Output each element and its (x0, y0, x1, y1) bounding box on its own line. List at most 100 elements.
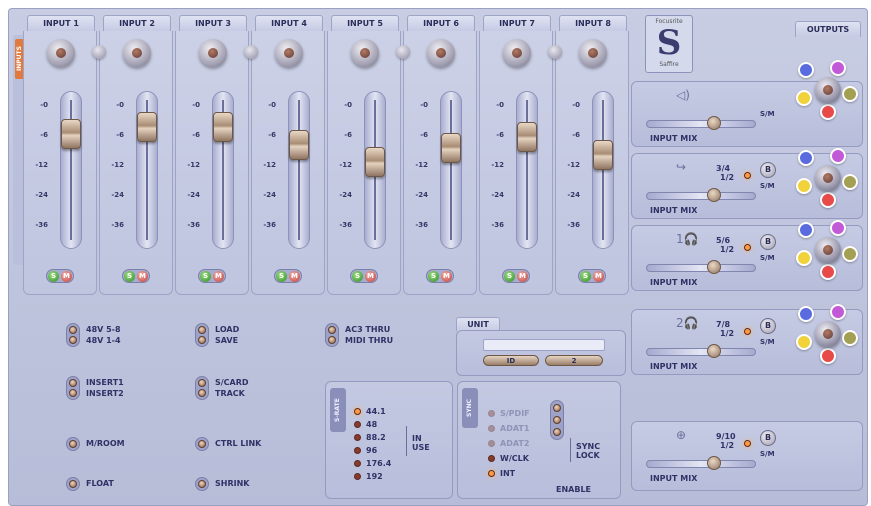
input-tab-3[interactable]: INPUT 3 (179, 15, 247, 31)
output-level-knob[interactable] (815, 77, 841, 103)
solo-button[interactable]: S (276, 271, 287, 282)
pan-knob[interactable] (123, 39, 151, 67)
blue-petal-button[interactable] (798, 306, 814, 322)
mute-button[interactable]: M (137, 271, 148, 282)
olive-petal-button[interactable] (842, 330, 858, 346)
mute-button[interactable]: M (213, 271, 224, 282)
fader-handle[interactable] (137, 112, 157, 142)
output-led[interactable] (744, 244, 751, 251)
sync-led[interactable] (488, 410, 495, 417)
fader-handle[interactable] (213, 112, 233, 142)
olive-petal-button[interactable] (842, 174, 858, 190)
fader-handle[interactable] (593, 140, 613, 170)
mute-button[interactable]: M (593, 271, 604, 282)
samplerate-led[interactable] (354, 473, 361, 480)
output-b-button[interactable]: B (760, 318, 776, 334)
output-led[interactable] (744, 328, 751, 335)
blue-petal-button[interactable] (798, 62, 814, 78)
link-knob[interactable] (92, 45, 106, 59)
samplerate-led[interactable] (354, 447, 361, 454)
sync-led[interactable] (488, 425, 495, 432)
solo-button[interactable]: S (352, 271, 363, 282)
input-tab-7[interactable]: INPUT 7 (483, 15, 551, 31)
input-mix-slider[interactable] (646, 260, 756, 274)
toggles_col2-toggle-1[interactable] (195, 376, 209, 400)
toggles_col2-toggle-2[interactable] (195, 437, 209, 451)
input-tab-8[interactable]: INPUT 8 (559, 15, 627, 31)
samplerate-led[interactable] (354, 434, 361, 441)
sync-led[interactable] (488, 470, 495, 477)
input-mix-handle[interactable] (707, 344, 721, 358)
fader-track[interactable] (60, 91, 82, 249)
yellow-petal-button[interactable] (796, 178, 812, 194)
fader-handle[interactable] (441, 133, 461, 163)
pan-knob[interactable] (579, 39, 607, 67)
pan-knob[interactable] (275, 39, 303, 67)
input-mix-slider[interactable] (646, 344, 756, 358)
red-petal-button[interactable] (820, 348, 836, 364)
unit-2-button[interactable]: 2 (545, 355, 603, 366)
input-mix-slider[interactable] (646, 188, 756, 202)
sync-led[interactable] (488, 455, 495, 462)
mute-button[interactable]: M (517, 271, 528, 282)
samplerate-led[interactable] (354, 421, 361, 428)
solo-button[interactable]: S (124, 271, 135, 282)
solo-button[interactable]: S (580, 271, 591, 282)
toggles_col2-toggle-0[interactable] (195, 323, 209, 347)
output-b-button[interactable]: B (760, 162, 776, 178)
mute-button[interactable]: M (289, 271, 300, 282)
input-tab-6[interactable]: INPUT 6 (407, 15, 475, 31)
toggles_col3-toggle-0[interactable] (325, 323, 339, 347)
toggles_col1-toggle-1[interactable] (66, 376, 80, 400)
output-level-knob[interactable] (815, 321, 841, 347)
mute-button[interactable]: M (61, 271, 72, 282)
input-mix-handle[interactable] (707, 116, 721, 130)
output-level-knob[interactable] (815, 237, 841, 263)
link-knob[interactable] (396, 45, 410, 59)
fader-handle[interactable] (289, 130, 309, 161)
input-tab-4[interactable]: INPUT 4 (255, 15, 323, 31)
blue-petal-button[interactable] (798, 150, 814, 166)
fader-track[interactable] (592, 91, 614, 249)
output-led[interactable] (744, 440, 751, 447)
pan-knob[interactable] (351, 39, 379, 67)
fader-track[interactable] (440, 91, 462, 249)
red-petal-button[interactable] (820, 264, 836, 280)
toggles_col1-toggle-2[interactable] (66, 437, 80, 451)
input-tab-5[interactable]: INPUT 5 (331, 15, 399, 31)
red-petal-button[interactable] (820, 104, 836, 120)
mute-button[interactable]: M (441, 271, 452, 282)
olive-petal-button[interactable] (842, 246, 858, 262)
input-mix-slider[interactable] (646, 116, 756, 130)
unit-id-button[interactable]: ID (483, 355, 539, 366)
pan-knob[interactable] (427, 39, 455, 67)
solo-button[interactable]: S (428, 271, 439, 282)
purple-petal-button[interactable] (830, 148, 846, 164)
blue-petal-button[interactable] (798, 222, 814, 238)
mute-button[interactable]: M (365, 271, 376, 282)
link-knob[interactable] (244, 45, 258, 59)
output-level-knob[interactable] (815, 165, 841, 191)
link-knob[interactable] (548, 45, 562, 59)
fader-handle[interactable] (365, 147, 385, 177)
fader-track[interactable] (288, 91, 310, 249)
fader-handle[interactable] (517, 121, 537, 152)
output-b-button[interactable]: B (760, 430, 776, 446)
solo-button[interactable]: S (504, 271, 515, 282)
red-petal-button[interactable] (820, 192, 836, 208)
sync-led[interactable] (488, 440, 495, 447)
input-tab-1[interactable]: INPUT 1 (27, 15, 95, 31)
purple-petal-button[interactable] (830, 60, 846, 76)
input-tab-2[interactable]: INPUT 2 (103, 15, 171, 31)
toggles_col2-toggle-3[interactable] (195, 477, 209, 491)
yellow-petal-button[interactable] (796, 90, 812, 106)
output-led[interactable] (744, 172, 751, 179)
samplerate-led[interactable] (354, 460, 361, 467)
fader-handle[interactable] (61, 119, 81, 149)
input-mix-handle[interactable] (707, 260, 721, 274)
input-mix-handle[interactable] (707, 456, 721, 470)
yellow-petal-button[interactable] (796, 334, 812, 350)
pan-knob[interactable] (199, 39, 227, 67)
toggles_col1-toggle-3[interactable] (66, 477, 80, 491)
toggles_col1-toggle-0[interactable] (66, 323, 80, 347)
